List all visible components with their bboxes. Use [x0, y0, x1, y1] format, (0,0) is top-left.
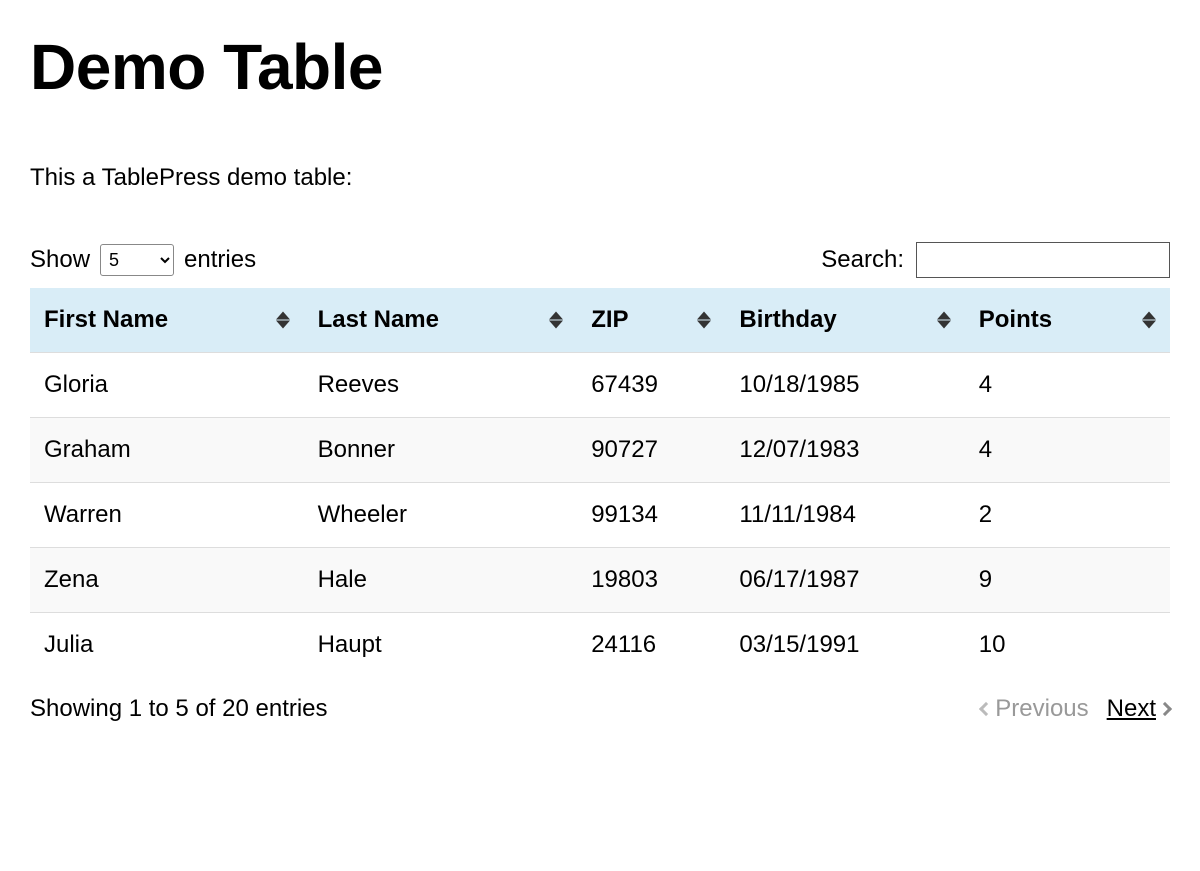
- pagination: Previous Next: [981, 695, 1170, 723]
- table-row: GrahamBonner9072712/07/19834: [30, 418, 1170, 483]
- next-button[interactable]: Next: [1107, 695, 1170, 723]
- table-cell-last-name: Bonner: [304, 418, 578, 483]
- column-header-points[interactable]: Points: [965, 288, 1170, 353]
- table-row: JuliaHaupt2411603/15/199110: [30, 613, 1170, 678]
- table-cell-points: 10: [965, 613, 1170, 678]
- length-select[interactable]: 5: [100, 244, 174, 276]
- table-cell-birthday: 11/11/1984: [725, 483, 964, 548]
- sort-icon: [276, 312, 290, 329]
- chevron-left-icon: [979, 702, 993, 716]
- table-cell-zip: 90727: [577, 418, 725, 483]
- table-cell-last-name: Haupt: [304, 613, 578, 678]
- table-cell-zip: 67439: [577, 353, 725, 418]
- length-label-suffix: entries: [184, 246, 256, 274]
- length-label-prefix: Show: [30, 246, 90, 274]
- table-cell-birthday: 06/17/1987: [725, 548, 964, 613]
- table-cell-points: 9: [965, 548, 1170, 613]
- table-cell-first-name: Warren: [30, 483, 304, 548]
- search-input[interactable]: [916, 242, 1170, 278]
- table-info: Showing 1 to 5 of 20 entries: [30, 695, 328, 723]
- chevron-right-icon: [1158, 702, 1172, 716]
- table-cell-points: 4: [965, 418, 1170, 483]
- column-label: Birthday: [739, 306, 836, 333]
- table-header-row: First Name Last Name ZIP Birthday: [30, 288, 1170, 353]
- column-label: Points: [979, 306, 1052, 333]
- column-label: First Name: [44, 306, 168, 333]
- table-cell-zip: 99134: [577, 483, 725, 548]
- column-header-first-name[interactable]: First Name: [30, 288, 304, 353]
- search-label: Search:: [821, 246, 904, 274]
- table-cell-zip: 19803: [577, 548, 725, 613]
- table-cell-birthday: 10/18/1985: [725, 353, 964, 418]
- next-label: Next: [1107, 695, 1156, 723]
- table-cell-zip: 24116: [577, 613, 725, 678]
- page-title: Demo Table: [30, 30, 1170, 104]
- table-cell-last-name: Hale: [304, 548, 578, 613]
- sort-icon: [1142, 312, 1156, 329]
- sort-icon: [937, 312, 951, 329]
- sort-icon: [549, 312, 563, 329]
- data-table: First Name Last Name ZIP Birthday: [30, 288, 1170, 677]
- search-control: Search:: [821, 242, 1170, 278]
- column-header-zip[interactable]: ZIP: [577, 288, 725, 353]
- table-cell-birthday: 03/15/1991: [725, 613, 964, 678]
- table-cell-last-name: Reeves: [304, 353, 578, 418]
- table-description: This a TablePress demo table:: [30, 164, 1170, 192]
- column-label: Last Name: [318, 306, 439, 333]
- table-row: ZenaHale1980306/17/19879: [30, 548, 1170, 613]
- table-cell-points: 4: [965, 353, 1170, 418]
- table-cell-birthday: 12/07/1983: [725, 418, 964, 483]
- previous-button: Previous: [981, 695, 1088, 723]
- column-label: ZIP: [591, 306, 628, 333]
- previous-label: Previous: [995, 695, 1088, 723]
- table-controls-bottom: Showing 1 to 5 of 20 entries Previous Ne…: [30, 695, 1170, 723]
- table-cell-first-name: Julia: [30, 613, 304, 678]
- table-cell-points: 2: [965, 483, 1170, 548]
- length-control: Show 5 entries: [30, 244, 256, 276]
- table-controls-top: Show 5 entries Search:: [30, 242, 1170, 278]
- table-row: GloriaReeves6743910/18/19854: [30, 353, 1170, 418]
- column-header-birthday[interactable]: Birthday: [725, 288, 964, 353]
- table-cell-last-name: Wheeler: [304, 483, 578, 548]
- table-row: WarrenWheeler9913411/11/19842: [30, 483, 1170, 548]
- sort-icon: [697, 312, 711, 329]
- table-cell-first-name: Gloria: [30, 353, 304, 418]
- column-header-last-name[interactable]: Last Name: [304, 288, 578, 353]
- table-cell-first-name: Zena: [30, 548, 304, 613]
- table-cell-first-name: Graham: [30, 418, 304, 483]
